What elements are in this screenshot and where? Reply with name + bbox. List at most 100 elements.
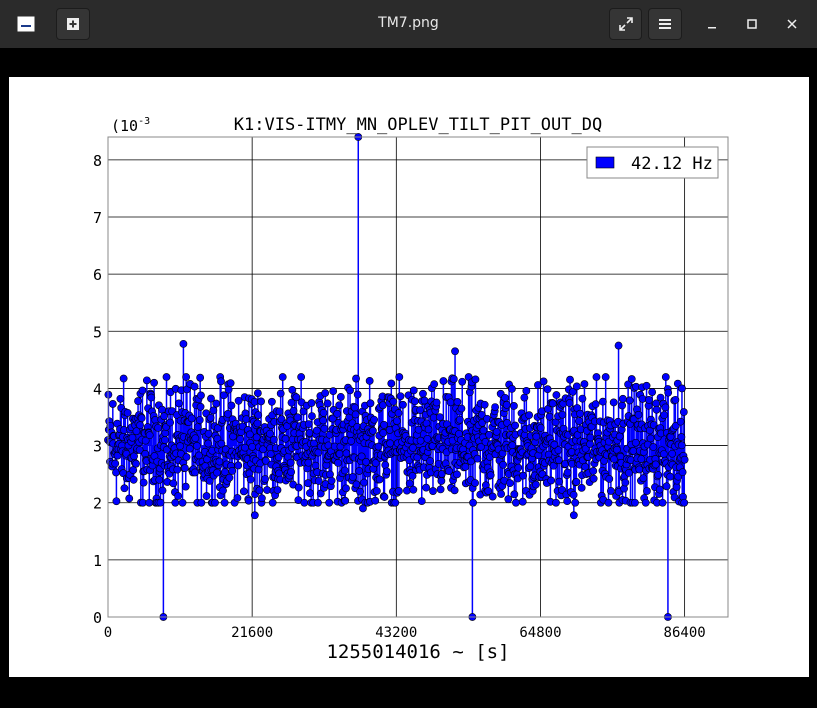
data-point: [236, 435, 245, 443]
data-point: [501, 393, 510, 402]
y-tick-label: 4: [93, 380, 102, 398]
exponent-sup: -3: [138, 116, 150, 127]
data-point: [193, 423, 202, 431]
data-point: [155, 475, 164, 484]
data-point: [510, 490, 519, 499]
data-point: [206, 413, 215, 422]
data-point: [215, 457, 224, 466]
data-point: [409, 485, 418, 494]
data-point: [677, 441, 686, 450]
data-point: [678, 468, 687, 477]
data-point: [181, 464, 189, 473]
data-point: [319, 408, 328, 417]
data-point: [356, 487, 364, 496]
data-point: [353, 390, 362, 399]
data-point: [403, 486, 411, 495]
data-point: [147, 393, 156, 402]
data-point: [627, 375, 636, 383]
data-point: [619, 394, 627, 403]
data-point: [219, 486, 227, 495]
data-point: [197, 391, 205, 400]
data-point: [605, 474, 614, 483]
fullscreen-button[interactable]: [609, 8, 642, 40]
data-point: [197, 498, 206, 507]
data-point: [641, 498, 650, 507]
data-point: [158, 486, 167, 495]
x-tick-label: 21600: [231, 625, 273, 641]
data-point: [176, 442, 185, 450]
data-point: [347, 437, 356, 445]
data-point: [520, 393, 529, 402]
data-point: [419, 389, 427, 398]
data-point: [293, 413, 302, 422]
data-point: [278, 373, 287, 381]
data-point: [432, 398, 441, 407]
data-point: [473, 454, 482, 463]
data-point: [666, 472, 675, 481]
data-point: [372, 487, 381, 495]
data-point: [471, 375, 480, 384]
data-point: [580, 380, 589, 388]
maximize-button[interactable]: [737, 8, 767, 40]
data-point: [589, 467, 598, 475]
data-point: [182, 373, 191, 381]
data-point: [375, 475, 384, 484]
data-point: [311, 461, 320, 470]
data-point: [351, 410, 360, 419]
data-point: [245, 430, 254, 439]
data-point: [424, 425, 433, 434]
data-point: [195, 416, 204, 424]
data-point: [359, 504, 367, 513]
data-point: [112, 497, 121, 506]
data-point: [136, 421, 144, 430]
data-point: [621, 478, 630, 487]
data-point: [234, 461, 243, 470]
data-point: [506, 479, 514, 488]
data-point: [631, 498, 639, 507]
y-tick-label: 7: [93, 209, 102, 227]
data-point: [129, 475, 138, 484]
data-point: [257, 397, 265, 406]
data-point: [645, 395, 653, 404]
menu-button[interactable]: [648, 8, 682, 40]
minimize-button[interactable]: [697, 8, 727, 40]
data-point: [123, 408, 132, 417]
data-point: [576, 409, 584, 418]
data-point: [547, 476, 556, 485]
x-tick-label: 43200: [375, 625, 417, 641]
data-point: [598, 397, 607, 406]
data-point: [510, 402, 518, 410]
data-point: [276, 389, 285, 398]
data-point: [179, 339, 188, 348]
maximize-icon: [747, 19, 757, 29]
data-point: [371, 496, 380, 505]
data-point: [225, 473, 234, 482]
data-point: [306, 489, 314, 498]
exponent-label: (10-3: [111, 116, 150, 135]
data-point: [518, 497, 527, 506]
data-point: [116, 394, 125, 403]
data-point: [174, 492, 183, 500]
close-button[interactable]: [777, 8, 807, 40]
data-point: [555, 477, 564, 486]
data-point: [458, 377, 467, 386]
data-point: [436, 485, 445, 494]
data-point: [217, 377, 225, 386]
data-point: [439, 377, 448, 385]
data-point: [220, 498, 229, 507]
data-point: [366, 399, 375, 408]
data-point: [327, 476, 336, 485]
data-point: [450, 486, 459, 495]
data-point: [571, 498, 580, 507]
data-point: [554, 446, 563, 455]
data-point: [370, 415, 378, 424]
data-point: [333, 409, 342, 418]
data-point: [281, 434, 290, 443]
data-point: [548, 399, 557, 408]
data-point: [314, 498, 322, 507]
data-point: [173, 465, 182, 474]
data-point: [162, 373, 171, 381]
data-point: [638, 394, 647, 403]
data-point: [558, 410, 567, 419]
data-point: [399, 400, 407, 409]
